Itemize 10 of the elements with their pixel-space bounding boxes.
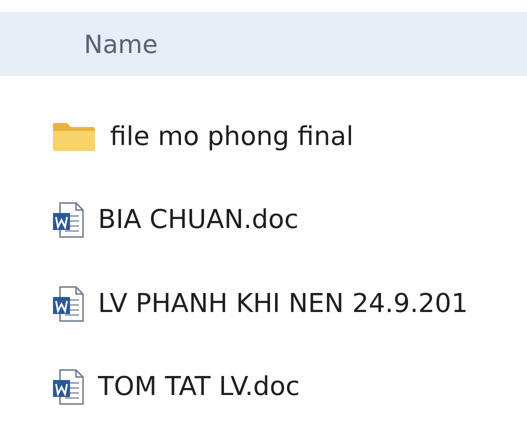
file-name[interactable]: BIA CHUAN.doc [98,205,298,236]
folder-icon [52,122,96,152]
word-document-icon [52,286,84,322]
file-name[interactable]: LV PHANH KHI NEN 24.9.201 [98,288,468,319]
file-name[interactable]: file mo phong final [110,122,354,152]
word-document-icon [52,369,84,406]
column-header[interactable]: Name [0,12,527,76]
name-column-label: Name [84,30,158,58]
file-name[interactable]: TOM TAT LV.doc [98,372,300,402]
word-document-icon [52,202,84,238]
